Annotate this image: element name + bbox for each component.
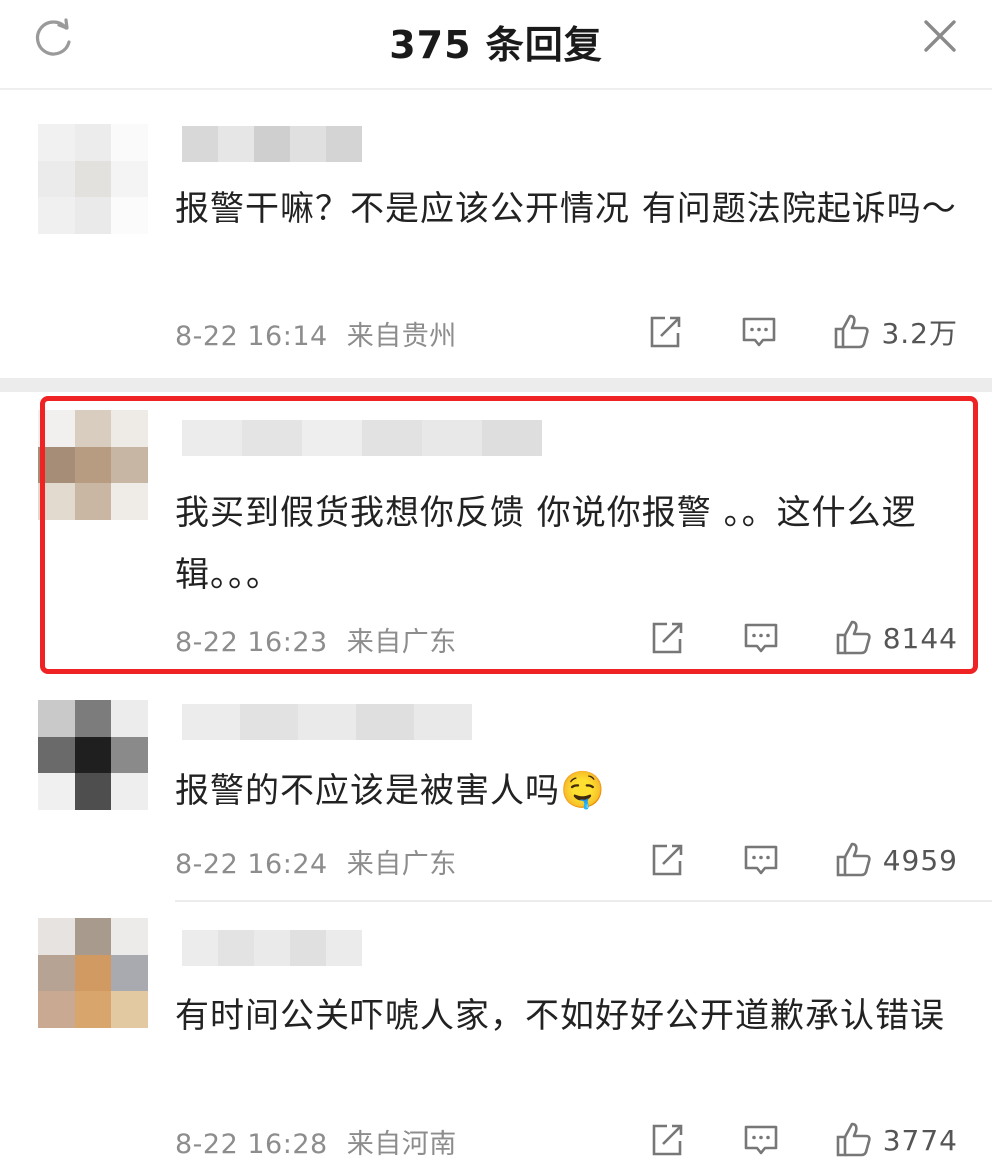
header-divider — [0, 88, 992, 90]
page-title: 375 条回复 — [389, 23, 603, 67]
comment-time: 8-22 16:24 — [175, 849, 328, 880]
like-count: 3774 — [882, 1123, 958, 1157]
comment-location: 来自河南 — [346, 1129, 457, 1160]
comment-text: 报警干嘛？不是应该公开情况 有问题法院起诉吗～ — [175, 189, 957, 229]
comment-actions: 3774 — [647, 1120, 958, 1160]
comment-meta: 8-22 16:24 来自广东 — [175, 842, 457, 881]
share-icon[interactable] — [647, 840, 687, 880]
username-blurred[interactable] — [182, 930, 362, 966]
like-icon[interactable] — [831, 312, 871, 352]
section-divider — [0, 378, 992, 392]
comment-meta: 8-22 16:28 来自河南 — [175, 1122, 457, 1161]
item-divider — [175, 900, 992, 902]
avatar[interactable] — [38, 700, 148, 810]
like-count: 4959 — [882, 843, 958, 877]
like-icon[interactable] — [833, 1120, 873, 1160]
comment-time: 8-22 16:14 — [175, 321, 328, 352]
highlight-box — [40, 396, 978, 674]
reply-header: 375 条回复 — [0, 0, 992, 88]
username-blurred[interactable] — [182, 126, 362, 162]
share-icon[interactable] — [645, 312, 685, 352]
comment-actions: 4959 — [647, 840, 958, 880]
close-icon[interactable] — [920, 16, 960, 56]
comment-icon[interactable] — [741, 1120, 781, 1160]
like-icon[interactable] — [833, 840, 873, 880]
avatar[interactable] — [38, 124, 148, 234]
emoji-drooling-face-icon: 🤤 — [560, 770, 606, 811]
comment-meta: 8-22 16:14 来自贵州 — [175, 314, 457, 353]
comment-text: 有时间公关吓唬人家，不如好好公开道歉承认错误 — [175, 996, 945, 1036]
comment-location: 来自广东 — [346, 849, 457, 880]
comment-actions: 3.2万 — [645, 312, 958, 352]
comment-text-content: 报警的不应该是被害人吗 — [175, 771, 560, 811]
comment-time: 8-22 16:28 — [175, 1129, 328, 1160]
comment-location: 来自贵州 — [346, 321, 457, 352]
username-blurred[interactable] — [182, 704, 472, 740]
share-icon[interactable] — [647, 1120, 687, 1160]
avatar[interactable] — [38, 918, 148, 1028]
comment-icon[interactable] — [739, 312, 779, 352]
comment-text: 报警的不应该是被害人吗🤤 — [175, 760, 965, 822]
like-count: 3.2万 — [881, 317, 958, 350]
comment-icon[interactable] — [741, 840, 781, 880]
